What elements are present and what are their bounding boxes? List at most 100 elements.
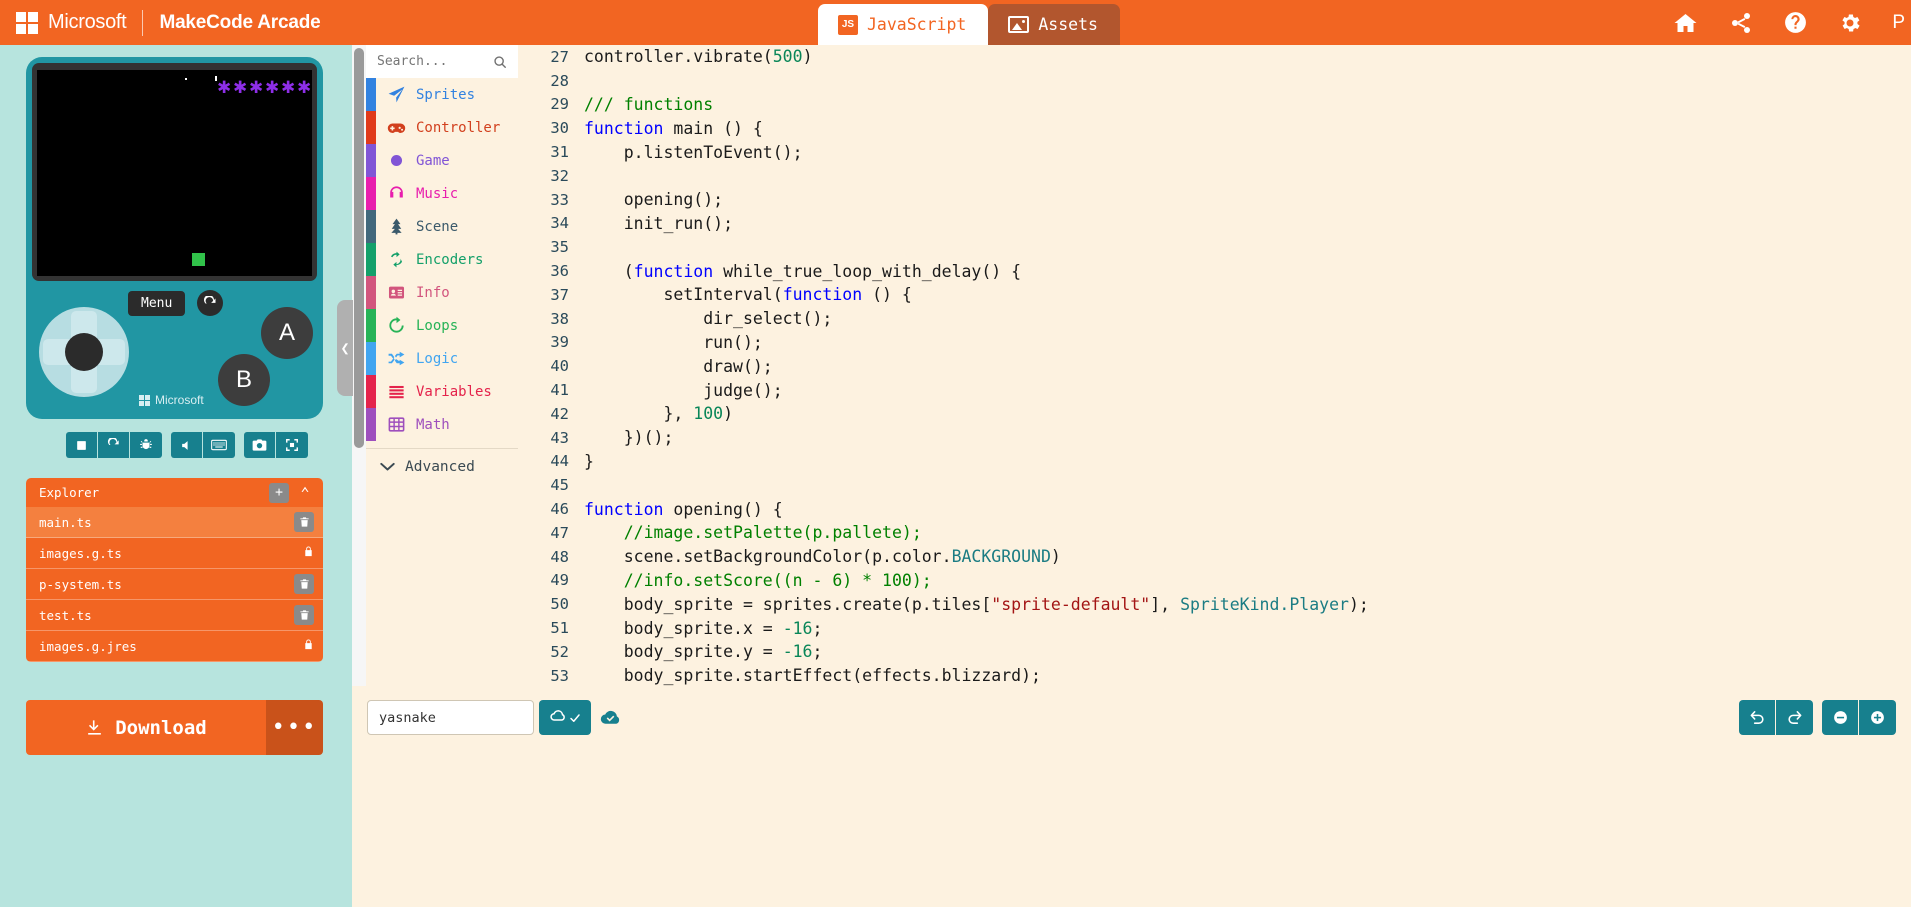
editor-tools: [1739, 700, 1896, 735]
toolbox-scrollbar[interactable]: [352, 45, 366, 686]
simulator-button-b[interactable]: B: [218, 354, 270, 406]
keyboard-button[interactable]: [203, 432, 235, 458]
download-bar: Download •••: [26, 700, 323, 755]
delete-file-button[interactable]: [294, 574, 314, 594]
toolbox-category-math[interactable]: Math: [366, 408, 518, 441]
dpad-knob[interactable]: [65, 333, 103, 371]
zoom-in-button[interactable]: [1859, 700, 1896, 735]
code-line[interactable]: 40 draw();: [518, 354, 1911, 378]
code-line[interactable]: 51 body_sprite.x = -16;: [518, 616, 1911, 640]
code-line[interactable]: 39 run();: [518, 331, 1911, 355]
project-name-input[interactable]: [367, 700, 534, 735]
toolbox-category-controller[interactable]: Controller: [366, 111, 518, 144]
line-number: 36: [550, 262, 569, 281]
file-row-main-ts[interactable]: main.ts: [26, 507, 323, 538]
toolbox-category-variables[interactable]: Variables: [366, 375, 518, 408]
code-line[interactable]: 33 opening();: [518, 188, 1911, 212]
screenshot-button[interactable]: [244, 432, 276, 458]
home-icon[interactable]: [1672, 11, 1699, 35]
code-line[interactable]: 38 dir_select();: [518, 307, 1911, 331]
code-line[interactable]: 49 //info.setScore((n - 6) * 100);: [518, 569, 1911, 593]
simulator-device: ✱ ✱ ✱ ✱ ✱ ✱ Menu A B Microsoft: [26, 57, 323, 419]
category-icon-wrap: [382, 382, 410, 401]
explorer-header[interactable]: Explorer + ⌃: [26, 478, 323, 507]
simulator-screen[interactable]: ✱ ✱ ✱ ✱ ✱ ✱: [37, 70, 312, 276]
zoom-out-button[interactable]: [1822, 700, 1859, 735]
code-line[interactable]: 53 body_sprite.startEffect(effects.blizz…: [518, 664, 1911, 686]
list-icon: [388, 385, 404, 399]
code-token: /// functions: [584, 94, 714, 114]
code-token: body_sprite.y =: [584, 642, 783, 662]
code-line-content: body_sprite.y = -16;: [584, 642, 823, 662]
code-line[interactable]: 44}: [518, 450, 1911, 474]
collapse-explorer-button[interactable]: ⌃: [295, 483, 315, 503]
code-line-content: p.listenToEvent();: [584, 143, 803, 162]
toolbox-category-loops[interactable]: Loops: [366, 309, 518, 342]
simulator-menu-button[interactable]: Menu: [128, 291, 186, 316]
code-line[interactable]: 32: [518, 164, 1911, 188]
redo-icon: [1788, 711, 1802, 724]
code-line[interactable]: 48 scene.setBackgroundColor(p.color.BACK…: [518, 545, 1911, 569]
code-line[interactable]: 46 function opening() {: [518, 497, 1911, 521]
toolbox-category-scene[interactable]: Scene: [366, 210, 518, 243]
category-label: Info: [416, 284, 450, 301]
file-row-images-g-ts[interactable]: images.g.ts: [26, 538, 323, 569]
code-line[interactable]: 45: [518, 473, 1911, 497]
tab-javascript[interactable]: JS JavaScript: [818, 4, 989, 45]
stop-button[interactable]: [66, 432, 98, 458]
simulator-restart-button[interactable]: [197, 290, 223, 316]
search-input[interactable]: [377, 54, 487, 69]
code-line[interactable]: 36 (function while_true_loop_with_delay(…: [518, 259, 1911, 283]
code-line[interactable]: 34 init_run();: [518, 212, 1911, 236]
gear-icon[interactable]: [1838, 11, 1862, 35]
code-line[interactable]: 30 function main () {: [518, 116, 1911, 140]
fullscreen-button[interactable]: [276, 432, 308, 458]
code-line[interactable]: 47 //image.setPalette(p.pallete);: [518, 521, 1911, 545]
toolbox-advanced-toggle[interactable]: Advanced: [366, 448, 518, 484]
code-line[interactable]: 29 /// functions: [518, 93, 1911, 117]
share-icon[interactable]: [1729, 11, 1753, 35]
redo-button[interactable]: [1776, 700, 1813, 735]
microsoft-brand-label: Microsoft: [48, 11, 127, 33]
toolbox-scrollbar-thumb[interactable]: [354, 48, 364, 448]
code-line[interactable]: 43 })();: [518, 426, 1911, 450]
profile-avatar[interactable]: P: [1892, 12, 1905, 34]
code-line[interactable]: 28: [518, 69, 1911, 93]
mute-button[interactable]: [171, 432, 203, 458]
restart-button[interactable]: [98, 432, 130, 458]
dpad[interactable]: [39, 307, 129, 397]
toolbox-category-logic[interactable]: Logic: [366, 342, 518, 375]
cloud-save-status[interactable]: [600, 708, 621, 733]
toolbox-category-encoders[interactable]: Encoders: [366, 243, 518, 276]
file-row-images-g-jres[interactable]: images.g.jres: [26, 631, 323, 662]
code-line[interactable]: 37 setInterval(function () {: [518, 283, 1911, 307]
code-line[interactable]: 35: [518, 235, 1911, 259]
code-line[interactable]: 52 body_sprite.y = -16;: [518, 640, 1911, 664]
download-button[interactable]: Download: [26, 700, 266, 755]
debug-button[interactable]: [130, 432, 162, 458]
undo-button[interactable]: [1739, 700, 1776, 735]
toolbox-category-info[interactable]: Info: [366, 276, 518, 309]
delete-file-button[interactable]: [294, 605, 314, 625]
toolbox-category-music[interactable]: Music: [366, 177, 518, 210]
tab-assets[interactable]: Assets: [988, 4, 1120, 45]
file-row-test-ts[interactable]: test.ts: [26, 600, 323, 631]
search-icon[interactable]: [493, 55, 507, 69]
delete-file-button[interactable]: [294, 512, 314, 532]
code-line[interactable]: 27 controller.vibrate(500): [518, 45, 1911, 69]
add-file-button[interactable]: +: [269, 482, 289, 503]
simulator-button-a[interactable]: A: [261, 307, 313, 359]
category-color-bar: [366, 243, 376, 276]
file-row-p-system-ts[interactable]: p-system.ts: [26, 569, 323, 600]
download-more-button[interactable]: •••: [266, 700, 323, 755]
toolbox-category-game[interactable]: Game: [366, 144, 518, 177]
help-icon[interactable]: [1783, 10, 1808, 35]
toolbox-category-sprites[interactable]: Sprites: [366, 78, 518, 111]
code-editor[interactable]: 27 controller.vibrate(500) 28 29 /// functio…: [518, 45, 1911, 686]
toolbox-collapse-button[interactable]: ❮: [337, 300, 353, 396]
code-line[interactable]: 41 judge();: [518, 378, 1911, 402]
save-project-button[interactable]: [539, 700, 591, 735]
code-line[interactable]: 50 body_sprite = sprites.create(p.tiles[…: [518, 592, 1911, 616]
code-line[interactable]: 31 p.listenToEvent();: [518, 140, 1911, 164]
code-line[interactable]: 42 }, 100): [518, 402, 1911, 426]
